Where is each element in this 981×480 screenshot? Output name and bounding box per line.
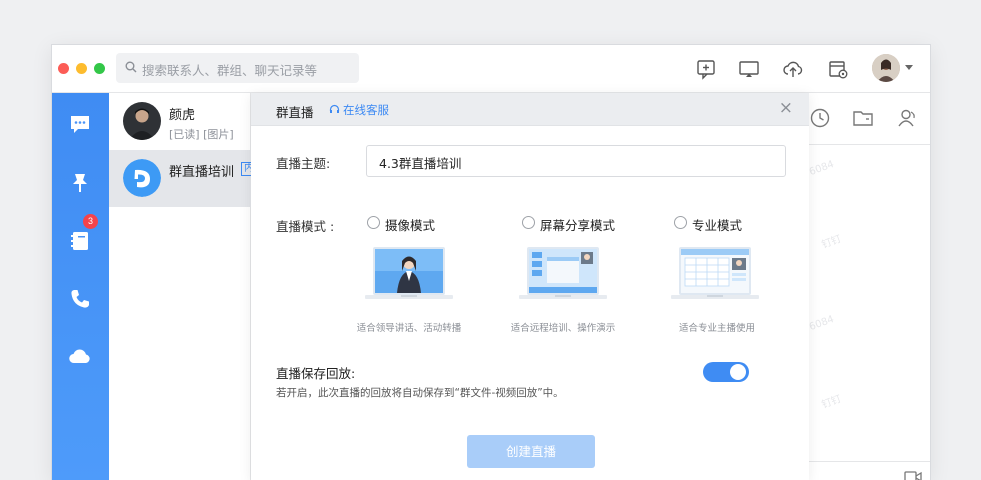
conversation-name: 群直播培训 [169,165,235,180]
add-message-icon[interactable] [695,58,717,80]
professional-mode-illustration [671,247,759,299]
contact-avatar [123,102,161,140]
group-avatar [123,159,161,197]
title-bar: 搜索联系人、群组、聊天记录等 [52,45,930,93]
screen-share-icon[interactable] [738,58,760,80]
notification-badge: 3 [83,214,98,229]
sidebar: 3 [52,93,109,480]
live-stream-dialog: 群直播 在线客服 × 直播主题: 4.3群直播培训 直播模式 : 摄像模式 屏幕… [251,93,809,480]
history-icon[interactable] [809,107,831,129]
minimize-window-button[interactable] [76,63,87,74]
toggle-knob [730,364,746,380]
close-dialog-button[interactable]: × [779,99,793,117]
cloud-icon[interactable] [68,345,92,369]
mode-caption: 适合专业主播使用 [678,323,756,334]
user-avatar[interactable] [872,54,900,82]
conversation-list: 颜虎 [已读] [图片] 群直播培训 内 [109,93,257,480]
online-service-label: 在线客服 [343,103,389,117]
chat-toolbar [809,93,930,145]
watermark: 6084 [807,158,836,179]
cloud-upload-icon[interactable] [782,58,804,80]
topic-input[interactable]: 4.3群直播培训 [366,145,786,177]
save-replay-toggle[interactable] [703,362,749,382]
mode-option-label: 屏幕分享模式 [540,218,616,233]
dialog-title: 群直播 [276,105,314,120]
search-placeholder: 搜索联系人、群组、聊天记录等 [142,63,318,78]
online-service-link[interactable]: 在线客服 [329,102,389,118]
search-input[interactable]: 搜索联系人、群组、聊天记录等 [116,53,359,83]
chevron-down-icon[interactable] [905,65,913,71]
topic-label: 直播主题: [276,156,331,171]
search-icon [125,61,137,73]
conversation-name: 颜虎 [169,108,196,123]
camera-mode-illustration [365,247,453,299]
headset-icon [329,104,340,113]
contacts-book-icon[interactable] [68,229,92,253]
calendar-settings-icon[interactable] [827,58,849,80]
watermark: 钉钉 [820,393,843,411]
conversation-subtitle: [已读] [图片] [169,128,234,141]
chat-pane: 6084 钉钉 6084 钉钉 [807,93,930,480]
input-divider [809,461,930,462]
radio-circle [674,216,687,229]
mode-option-label: 摄像模式 [385,218,436,233]
conversation-item-active[interactable]: 群直播培训 内 [109,150,257,207]
conversation-item[interactable]: 颜虎 [已读] [图片] [109,93,251,150]
mode-caption: 适合领导讲话、活动转播 [356,323,462,334]
phone-icon[interactable] [68,287,92,311]
create-live-button[interactable]: 创建直播 [467,435,595,468]
screen-share-illustration [519,247,607,299]
save-replay-label: 直播保存回放: [276,366,356,381]
dialog-header: 群直播 在线客服 × [251,93,809,126]
mode-caption: 适合远程培训、操作演示 [510,323,616,334]
zoom-window-button[interactable] [94,63,105,74]
members-icon[interactable] [896,107,918,129]
mode-option-label: 专业模式 [692,218,743,233]
pin-icon[interactable] [68,171,92,195]
watermark: 钉钉 [820,233,843,251]
radio-circle [367,216,380,229]
watermark: 6084 [807,313,836,334]
radio-circle [522,216,535,229]
app-window: 搜索联系人、群组、聊天记录等 3 颜虎 [已读] [图片] 群直播培训 内 60… [51,44,931,480]
video-call-icon[interactable] [904,471,922,480]
folder-icon[interactable] [852,107,874,129]
message-icon[interactable] [68,112,92,136]
save-replay-description: 若开启，此次直播的回放将自动保存到“群文件-视频回放”中。 [276,387,564,399]
mode-label: 直播模式 : [276,219,335,234]
close-window-button[interactable] [58,63,69,74]
